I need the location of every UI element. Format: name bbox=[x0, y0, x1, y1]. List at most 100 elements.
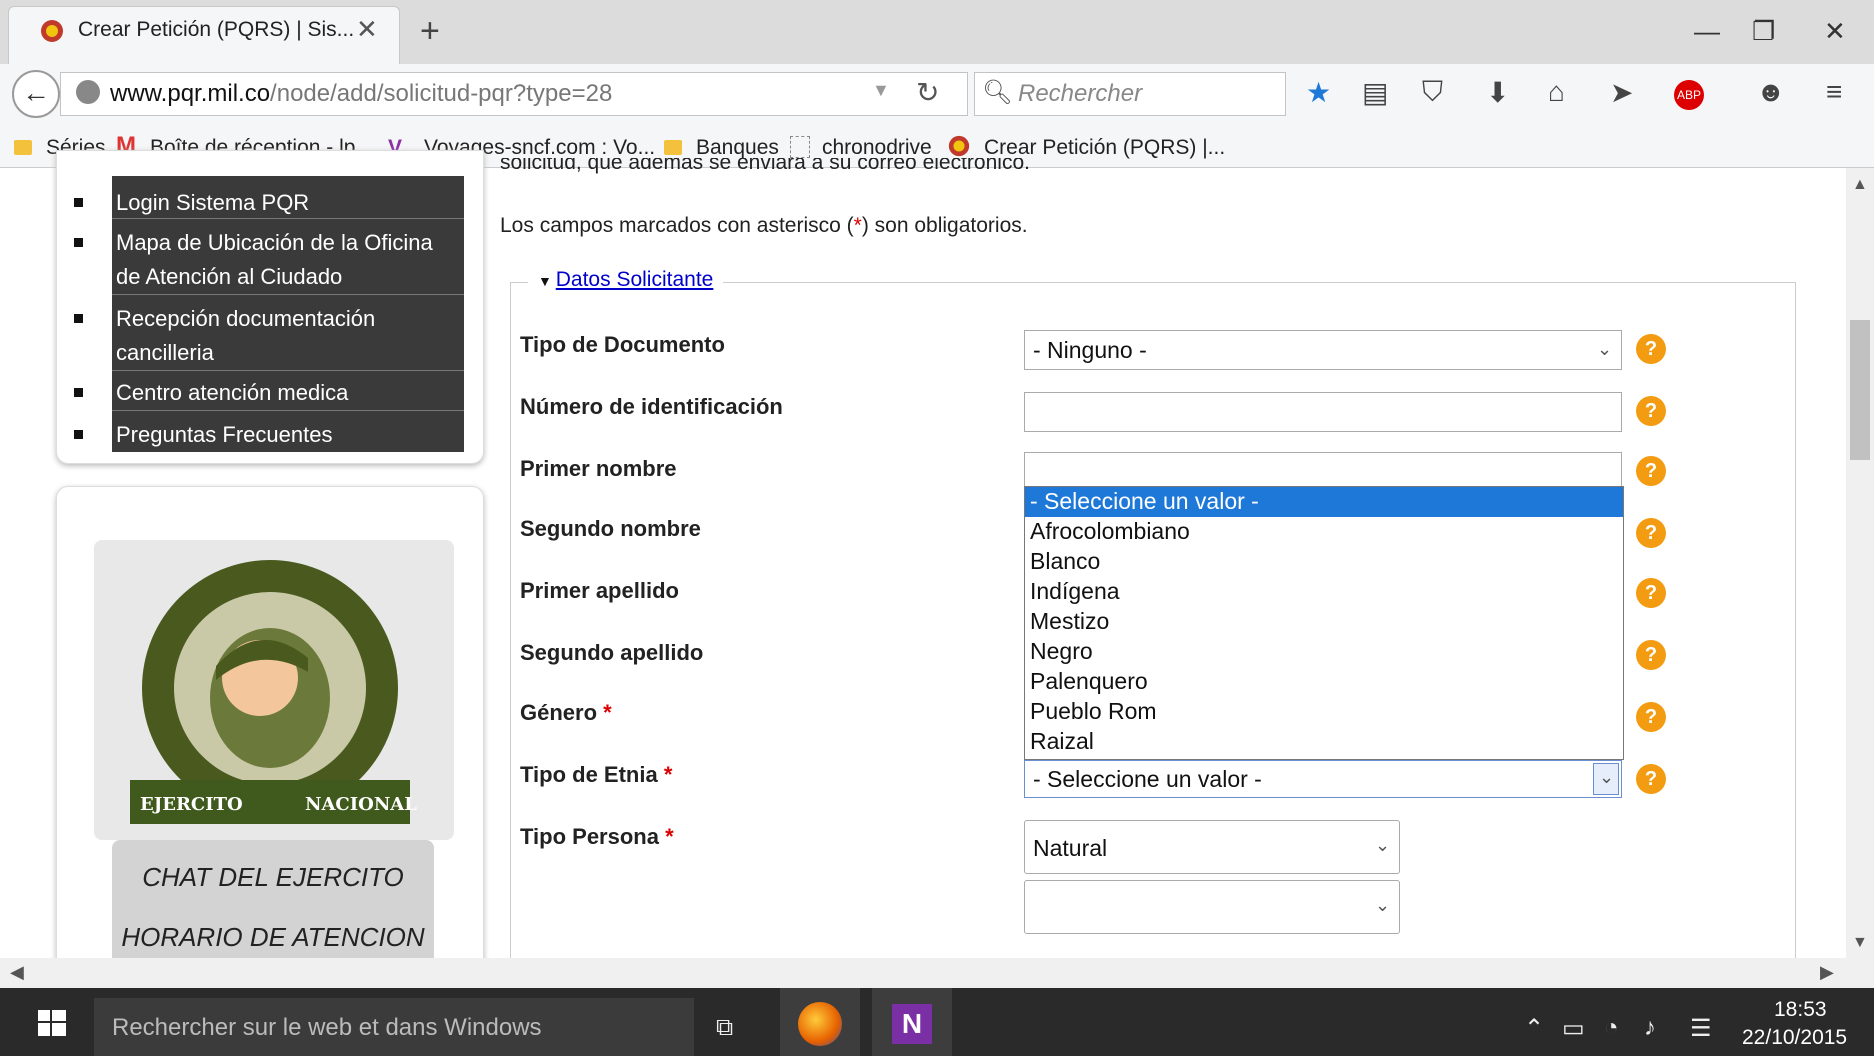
tab-title: Crear Petición (PQRS) | Sis... bbox=[78, 18, 355, 41]
chat-title: CHAT DEL EJERCITO bbox=[142, 862, 404, 892]
chevron-down-icon: ⌄ bbox=[1597, 339, 1613, 359]
option-negro[interactable]: Negro bbox=[1030, 638, 1093, 665]
windows-start-icon[interactable] bbox=[38, 1010, 66, 1036]
bullet bbox=[74, 388, 83, 397]
page-icon bbox=[790, 136, 810, 158]
menu-icon[interactable]: ≡ bbox=[1826, 76, 1842, 108]
tray-chevron-up-icon[interactable]: ⌃ bbox=[1524, 1014, 1544, 1043]
option-mestizo[interactable]: Mestizo bbox=[1030, 608, 1109, 635]
tab-close-icon[interactable]: ✕ bbox=[356, 14, 378, 45]
tipo-etnia-select[interactable]: - Seleccione un valor - ⌄ bbox=[1024, 760, 1622, 798]
bookmark-star-icon[interactable]: ★ bbox=[1306, 76, 1331, 109]
divider bbox=[112, 218, 464, 219]
required-note: Los campos marcados con asterisco (*) so… bbox=[500, 214, 1028, 237]
triangle-down-icon: ▼ bbox=[538, 273, 556, 289]
window-close-icon[interactable]: ✕ bbox=[1824, 16, 1846, 47]
vertical-scroll-thumb[interactable] bbox=[1850, 320, 1870, 460]
sidebar-item-mapa[interactable]: Mapa de Ubicación de la Oficina de Atenc… bbox=[116, 226, 456, 294]
vertical-scrollbar[interactable] bbox=[1846, 168, 1874, 958]
search-placeholder: Rechercher bbox=[1018, 80, 1143, 107]
label-tipo-etnia: Tipo de Etnia * bbox=[520, 762, 673, 787]
clock-time[interactable]: 18:53 bbox=[1774, 998, 1827, 1022]
option-seleccione[interactable]: - Seleccione un valor - bbox=[1030, 488, 1259, 515]
sidebar-item-recepcion[interactable]: Recepción documentación cancilleria bbox=[116, 302, 456, 370]
onenote-icon[interactable]: N bbox=[892, 1004, 932, 1044]
help-icon[interactable]: ? bbox=[1636, 396, 1666, 426]
help-icon[interactable]: ? bbox=[1636, 334, 1666, 364]
bullet bbox=[74, 314, 83, 323]
url-dropdown-icon[interactable]: ▼ bbox=[872, 80, 890, 101]
option-pueblo-rom[interactable]: Pueblo Rom bbox=[1030, 698, 1157, 725]
divider bbox=[112, 370, 464, 371]
help-icon[interactable]: ? bbox=[1636, 518, 1666, 548]
label-numero-id: Número de identificación bbox=[520, 394, 783, 419]
fieldset-legend[interactable]: ▼ Datos Solicitante bbox=[528, 268, 724, 292]
download-icon[interactable]: ⬇ bbox=[1486, 76, 1509, 109]
help-icon[interactable]: ? bbox=[1636, 578, 1666, 608]
option-raizal[interactable]: Raizal bbox=[1030, 728, 1094, 755]
search-icon: 🔍︎ bbox=[982, 79, 1013, 106]
help-icon[interactable]: ? bbox=[1636, 702, 1666, 732]
chevron-down-icon: ⌄ bbox=[1599, 767, 1615, 787]
scroll-right-icon[interactable]: ▶ bbox=[1820, 962, 1834, 983]
label-genero: Género * bbox=[520, 700, 612, 725]
back-button[interactable]: ← bbox=[12, 70, 60, 118]
logo-text-left: EJERCITO bbox=[140, 794, 243, 815]
numero-id-input[interactable] bbox=[1024, 392, 1622, 432]
battery-icon[interactable]: ▭ bbox=[1562, 1014, 1585, 1043]
reload-icon[interactable]: ↻ bbox=[916, 76, 939, 109]
send-icon[interactable]: ➤ bbox=[1610, 76, 1633, 109]
bookmark-banques[interactable]: Banques bbox=[696, 136, 779, 160]
pocket-icon[interactable]: ⛉ bbox=[1422, 76, 1443, 109]
chat-hours: HORARIO DE ATENCION bbox=[121, 922, 425, 952]
minimize-icon[interactable]: — bbox=[1694, 16, 1720, 47]
url-text[interactable]: www.pqr.mil.co/node/add/solicitud-pqr?ty… bbox=[110, 80, 612, 108]
hello-icon[interactable]: ☻ bbox=[1756, 76, 1785, 108]
notifications-icon[interactable]: ☰ bbox=[1690, 1014, 1712, 1043]
scroll-up-icon[interactable]: ▲ bbox=[1852, 176, 1868, 194]
help-icon[interactable]: ? bbox=[1636, 764, 1666, 794]
tipo-persona-sub-select[interactable]: ⌄ bbox=[1024, 880, 1400, 934]
option-blanco[interactable]: Blanco bbox=[1030, 548, 1100, 575]
restore-icon[interactable]: ❐ bbox=[1752, 16, 1775, 47]
tipo-documento-select[interactable]: - Ninguno - ⌄ bbox=[1024, 330, 1622, 370]
label-tipo-persona: Tipo Persona * bbox=[520, 824, 674, 849]
label-primer-apellido: Primer apellido bbox=[520, 578, 679, 603]
task-view-icon[interactable]: ⧉ bbox=[716, 1014, 733, 1042]
label-primer-nombre: Primer nombre bbox=[520, 456, 677, 481]
option-afrocolombiano[interactable]: Afrocolombiano bbox=[1030, 518, 1190, 545]
help-icon[interactable]: ? bbox=[1636, 456, 1666, 486]
sidebar-item-centro-medico[interactable]: Centro atención medica bbox=[116, 376, 456, 410]
home-icon[interactable]: ⌂ bbox=[1548, 76, 1565, 108]
bookmark-crear-peticion[interactable]: Crear Petición (PQRS) |... bbox=[984, 136, 1225, 160]
option-palenquero[interactable]: Palenquero bbox=[1030, 668, 1148, 695]
label-tipo-documento: Tipo de Documento bbox=[520, 332, 725, 357]
bookmark-chronodrive[interactable]: chronodrive bbox=[822, 136, 932, 160]
tipo-etnia-value: - Seleccione un valor - bbox=[1033, 766, 1262, 792]
scroll-left-icon[interactable]: ◀ bbox=[10, 962, 24, 983]
tipo-persona-select[interactable]: Natural ⌄ bbox=[1024, 820, 1400, 874]
option-indigena[interactable]: Indígena bbox=[1030, 578, 1120, 605]
site-info-icon[interactable] bbox=[76, 80, 100, 104]
horizontal-scrollbar[interactable] bbox=[0, 958, 1874, 988]
sidebar-item-login[interactable]: Login Sistema PQR bbox=[116, 186, 456, 220]
sidebar-item-preguntas[interactable]: Preguntas Frecuentes bbox=[116, 418, 456, 452]
folder-icon bbox=[14, 140, 32, 155]
folder-icon bbox=[664, 140, 682, 155]
divider bbox=[112, 410, 464, 411]
intro-text-cut: solicitud, que además se enviará a su co… bbox=[500, 158, 1030, 174]
adblock-icon[interactable]: ABP bbox=[1674, 80, 1704, 110]
clock-date[interactable]: 22/10/2015 bbox=[1742, 1026, 1847, 1050]
bullet bbox=[74, 430, 83, 439]
chevron-down-icon: ⌄ bbox=[1375, 895, 1391, 915]
tipo-documento-value: - Ninguno - bbox=[1033, 337, 1147, 363]
wifi-icon[interactable]: ◔ bbox=[1604, 1014, 1619, 1042]
reading-list-icon[interactable]: ▤ bbox=[1362, 76, 1388, 109]
divider bbox=[112, 294, 464, 295]
firefox-icon[interactable] bbox=[798, 1002, 842, 1046]
logo-text-right: NACIONAL bbox=[305, 794, 417, 815]
volume-icon[interactable]: ♪ bbox=[1644, 1014, 1656, 1042]
new-tab-icon[interactable]: + bbox=[420, 12, 440, 51]
scroll-down-icon[interactable]: ▼ bbox=[1852, 934, 1868, 952]
help-icon[interactable]: ? bbox=[1636, 640, 1666, 670]
